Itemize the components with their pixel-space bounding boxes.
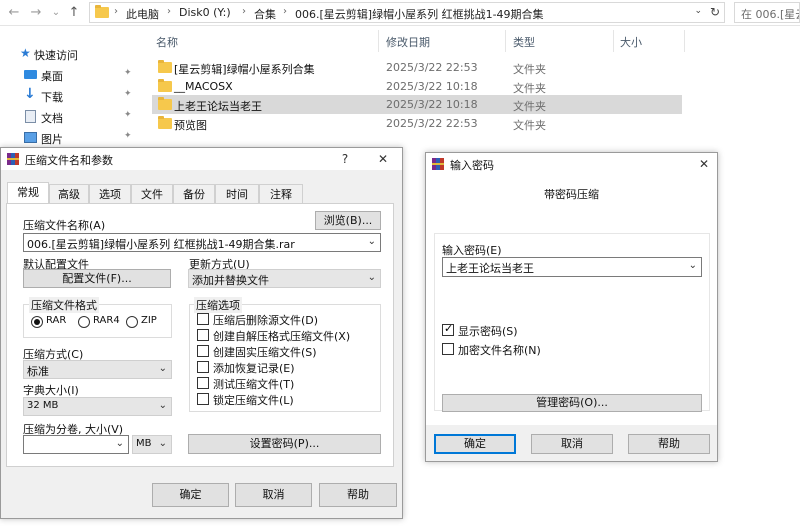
chevron-down-icon[interactable]: ⌄ <box>689 260 697 271</box>
option-label: 显示密码(S) <box>458 325 518 338</box>
compression-method-value: 标准 <box>27 365 49 378</box>
archive-options-title: 压缩选项 <box>194 297 242 313</box>
compression-method-select[interactable]: 标准 ⌄ <box>23 360 172 379</box>
address-dropdown-icon[interactable]: ⌄ <box>694 6 702 16</box>
file-type: 文件夹 <box>513 100 546 113</box>
cancel-button[interactable]: 取消 <box>531 434 613 454</box>
chevron-down-icon[interactable]: ⌄ <box>159 363 167 374</box>
split-size-combobox[interactable]: ⌄ <box>23 435 129 454</box>
chevron-down-icon[interactable]: ⌄ <box>116 438 124 449</box>
radio-rar-label: RAR <box>46 315 67 326</box>
archive-format-title: 压缩文件格式 <box>29 297 99 313</box>
option-label: 创建自解压格式压缩文件(X) <box>213 330 351 343</box>
column-divider[interactable] <box>684 30 685 52</box>
radio-zip-label: ZIP <box>141 315 157 326</box>
archive-name-value: 006.[星云剪辑]绿帽小屋系列 红框挑战1-49期合集.rar <box>27 238 295 251</box>
set-password-button[interactable]: 设置密码(P)... <box>188 434 381 454</box>
update-mode-value: 添加并替换文件 <box>192 274 269 287</box>
dictionary-size-label: 字典大小(I) <box>23 384 79 397</box>
checkbox[interactable] <box>197 329 209 341</box>
manage-passwords-button[interactable]: 管理密码(O)... <box>442 394 702 412</box>
file-type: 文件夹 <box>513 63 546 76</box>
checkbox[interactable] <box>442 343 454 355</box>
profiles-button[interactable]: 配置文件(F)... <box>23 269 171 288</box>
ok-button[interactable]: 确定 <box>434 434 516 454</box>
checkbox[interactable] <box>197 345 209 357</box>
search-input[interactable]: 在 006.[星云 <box>734 2 800 23</box>
help-button[interactable]: 帮助 <box>628 434 710 454</box>
column-divider[interactable] <box>613 30 614 52</box>
column-divider[interactable] <box>505 30 506 52</box>
update-mode-select[interactable]: 添加并替换文件 ⌄ <box>188 269 381 288</box>
chevron-down-icon[interactable]: ⌄ <box>159 400 167 411</box>
dialog-titlebar[interactable]: 输入密码 ✕ <box>426 153 717 175</box>
password-input[interactable]: 上老王论坛当老王 ⌄ <box>442 257 702 277</box>
split-unit-value: MB <box>136 438 152 449</box>
chevron-down-icon[interactable]: ⌄ <box>368 236 376 247</box>
refresh-icon[interactable]: ↻ <box>710 5 720 19</box>
checkbox[interactable] <box>197 377 209 389</box>
option-label: 压缩后删除源文件(D) <box>213 314 319 327</box>
option-label: 创建固实压缩文件(S) <box>213 346 317 359</box>
enter-password-label: 输入密码(E) <box>442 244 502 257</box>
column-type[interactable]: 类型 <box>513 34 535 50</box>
option-label: 锁定压缩文件(L) <box>213 394 294 407</box>
dictionary-size-value: 32 MB <box>27 400 59 411</box>
browse-button[interactable]: 浏览(B)... <box>315 211 381 230</box>
checkbox[interactable] <box>197 393 209 405</box>
option-label: 测试压缩文件(T) <box>213 378 295 391</box>
archive-name-and-parameters-dialog: 压缩文件名和参数 ? ✕ 常规 高级 选项 文件 备份 时间 注释 压缩文件名称… <box>0 147 403 519</box>
archive-name-label: 压缩文件名称(A) <box>23 219 106 232</box>
close-icon[interactable]: ✕ <box>694 155 714 173</box>
password-heading: 带密码压缩 <box>544 188 599 201</box>
checkbox[interactable] <box>197 313 209 325</box>
enter-password-dialog: 输入密码 ✕ 带密码压缩 输入密码(E) 上老王论坛当老王 ⌄ 显示密码(S) … <box>425 152 718 462</box>
option-label: 添加恢复记录(E) <box>213 362 295 375</box>
split-unit-select[interactable]: MB ⌄ <box>132 435 172 454</box>
help-button[interactable]: 帮助 <box>319 483 397 507</box>
chevron-down-icon[interactable]: ⌄ <box>368 272 376 283</box>
password-value: 上老王论坛当老王 <box>446 262 534 275</box>
radio-zip[interactable] <box>126 316 138 328</box>
checkbox[interactable] <box>197 361 209 373</box>
cancel-button[interactable]: 取消 <box>235 483 312 507</box>
column-size[interactable]: 大小 <box>620 34 642 50</box>
dialog-title: 输入密码 <box>450 159 494 172</box>
file-type: 文件夹 <box>513 119 546 132</box>
checkbox-checked[interactable] <box>442 322 454 336</box>
radio-rar[interactable] <box>31 316 43 328</box>
option-label: 加密文件名称(N) <box>458 344 541 357</box>
ok-button[interactable]: 确定 <box>152 483 229 507</box>
chevron-down-icon[interactable]: ⌄ <box>159 438 167 449</box>
dictionary-size-select[interactable]: 32 MB ⌄ <box>23 397 172 416</box>
winrar-icon <box>432 158 444 170</box>
file-type: 文件夹 <box>513 82 546 95</box>
radio-rar4-label: RAR4 <box>93 315 120 326</box>
radio-rar4[interactable] <box>78 316 90 328</box>
archive-name-combobox[interactable]: 006.[星云剪辑]绿帽小屋系列 红框挑战1-49期合集.rar ⌄ <box>23 233 381 252</box>
